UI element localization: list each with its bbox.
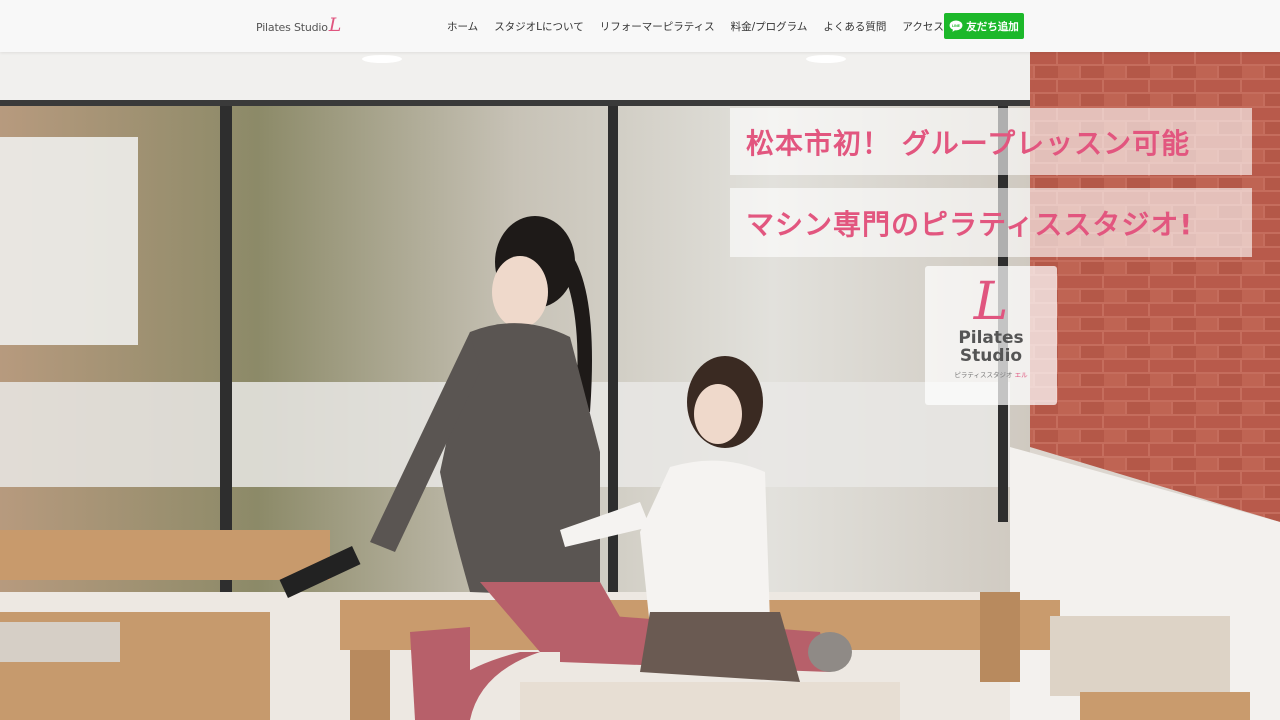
nav-faq[interactable]: よくある質問 (823, 19, 886, 34)
nav-pricing[interactable]: 料金/プログラム (731, 19, 808, 34)
logo-mark: L (328, 14, 342, 36)
site-header: Pilates Studio L ホーム スタジオLについて リフォーマーピラテ… (0, 0, 1280, 52)
line-add-friend-button[interactable]: LINE 友だち追加 (944, 13, 1024, 39)
nav-reformer-pilates[interactable]: リフォーマーピラティス (600, 19, 715, 34)
line-chat-icon: LINE (949, 20, 963, 32)
studio-logo-badge: L Pilates Studio ピラティススタジオ エル (925, 266, 1057, 405)
nav-about[interactable]: スタジオLについて (494, 19, 584, 34)
badge-logo-mark: L (973, 272, 1009, 332)
logo-text: Pilates Studio (256, 21, 328, 34)
badge-subtitle-prefix: ピラティススタジオ (954, 370, 1013, 379)
nav-home[interactable]: ホーム (447, 19, 478, 34)
nav-access[interactable]: アクセス (902, 19, 943, 34)
line-button-label: 友だち追加 (966, 20, 1019, 33)
site-logo[interactable]: Pilates Studio L (256, 16, 341, 38)
hero-section: 松本市初！ グループレッスン可能 マシン専門のピラティススタジオ! L Pila… (0, 52, 1280, 720)
main-nav: ホーム スタジオLについて リフォーマーピラティス 料金/プログラム よくある質… (447, 0, 987, 52)
badge-subtitle-suffix: エル (1014, 370, 1028, 379)
hero-headline-2: マシン専門のピラティススタジオ! (730, 188, 1252, 257)
svg-text:LINE: LINE (952, 24, 961, 28)
hero-headline-1: 松本市初！ グループレッスン可能 (730, 108, 1252, 175)
badge-line-2: Studio (959, 345, 1023, 366)
badge-subtitle: ピラティススタジオ エル (954, 369, 1027, 379)
